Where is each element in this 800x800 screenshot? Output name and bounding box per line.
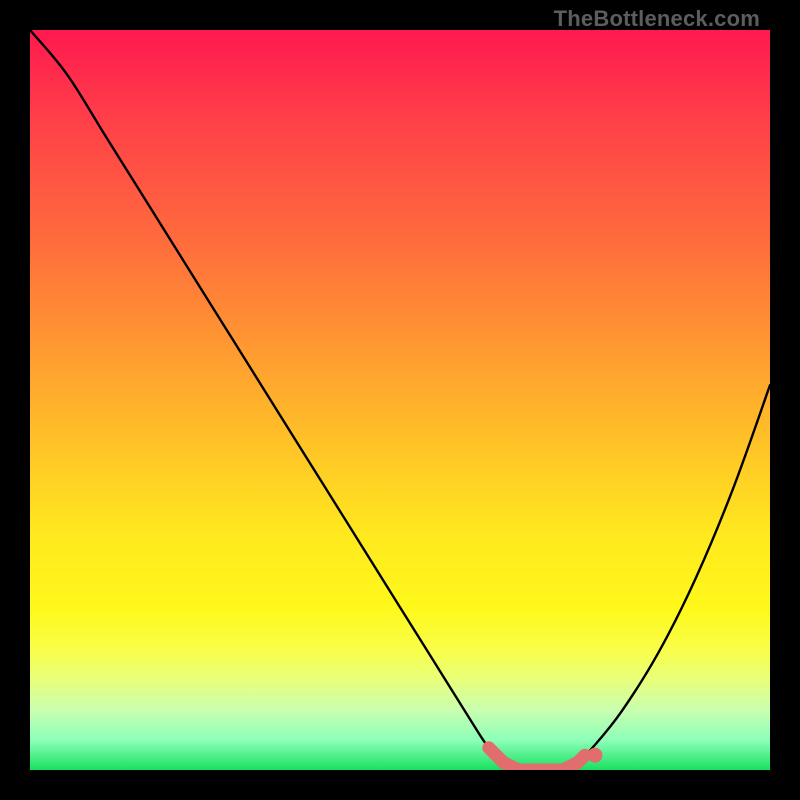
bottleneck-curve [30, 30, 770, 770]
optimal-range-marker [489, 748, 585, 770]
plot-area [30, 30, 770, 770]
chart-svg [30, 30, 770, 770]
attribution-text: TheBottleneck.com [554, 6, 760, 32]
optimal-point-dot [588, 748, 603, 763]
chart-frame: TheBottleneck.com [0, 0, 800, 800]
